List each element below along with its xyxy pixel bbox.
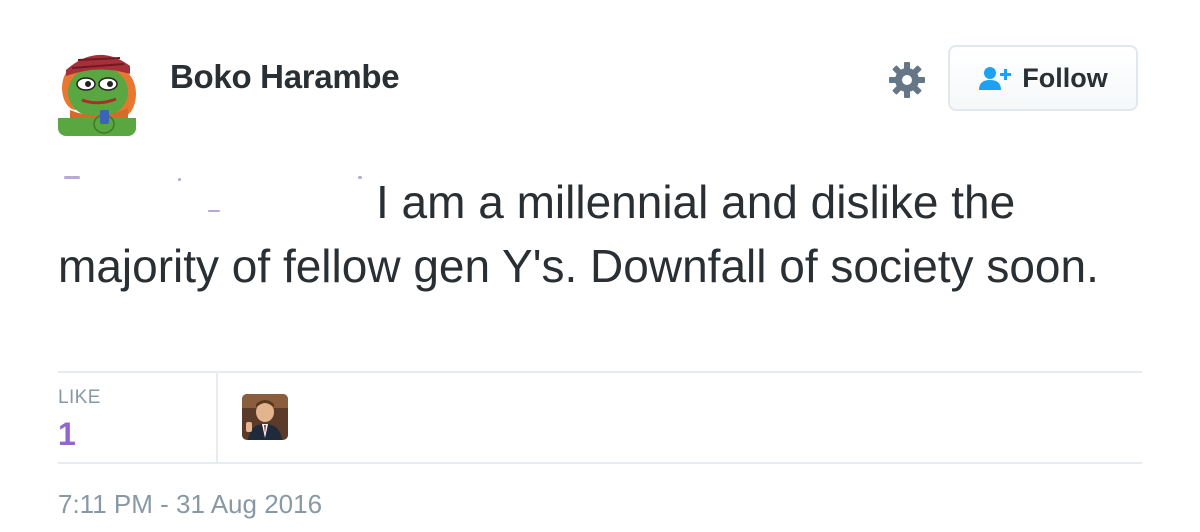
stats-vertical-divider <box>216 373 218 463</box>
tweet-timestamp[interactable]: 7:11 PM - 31 Aug 2016 <box>58 489 322 520</box>
stats-bottom-divider <box>58 462 1142 464</box>
like-label: LIKE <box>58 387 101 408</box>
follow-label: Follow <box>1022 62 1108 93</box>
author-avatar[interactable] <box>58 44 136 136</box>
follow-button[interactable]: Follow <box>948 45 1138 111</box>
tweet-text: I am a millennial and dislike the majori… <box>58 170 1148 298</box>
pepe-frog-avatar-icon <box>58 44 136 136</box>
author-display-name[interactable]: Boko Harambe <box>170 58 400 96</box>
liker-avatar[interactable] <box>242 394 288 440</box>
person-photo-icon <box>242 394 288 440</box>
redacted-mention[interactable] <box>58 170 376 212</box>
gear-icon <box>889 62 925 98</box>
stats-top-divider <box>58 371 1142 373</box>
settings-button[interactable] <box>887 60 927 100</box>
person-add-icon <box>979 67 1012 90</box>
like-count[interactable]: 1 <box>58 416 76 453</box>
